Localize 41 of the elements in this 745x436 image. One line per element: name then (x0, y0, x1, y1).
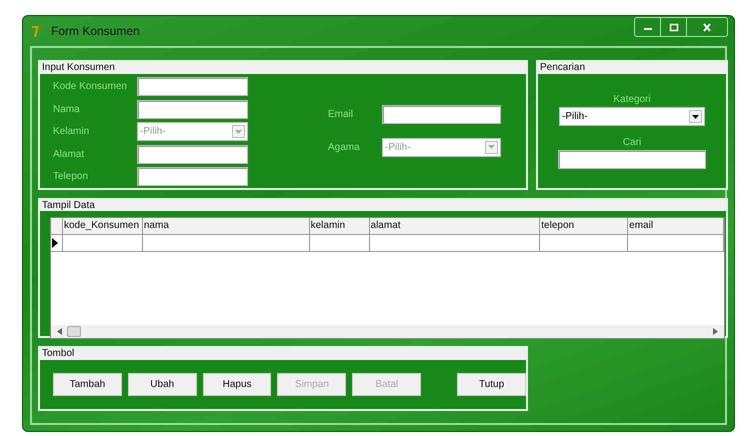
column-header[interactable]: kode_Konsumen (62, 218, 143, 235)
scroll-left-icon[interactable] (57, 328, 62, 335)
column-header[interactable]: telepon (540, 218, 628, 235)
field-label: Alamat (53, 148, 86, 162)
input-field[interactable] (382, 104, 501, 124)
maximize-icon[interactable] (668, 22, 680, 32)
field-label: Agama (328, 140, 361, 154)
horizontal-scrollbar[interactable] (51, 325, 724, 338)
field-label: Telepon (53, 170, 90, 184)
scrollbar-thumb[interactable] (67, 326, 81, 337)
scroll-right-icon[interactable] (713, 328, 718, 335)
column-header[interactable]: nama (142, 218, 310, 235)
input-field[interactable] (137, 144, 248, 164)
dropdown: -Pilih- (382, 138, 501, 156)
close-icon[interactable] (701, 22, 713, 32)
dropdown: -Pilih- (137, 122, 248, 142)
search-field[interactable] (558, 150, 706, 169)
action-button[interactable]: Tutup (457, 373, 526, 396)
dropdown[interactable]: -Pilih- (559, 107, 705, 126)
field-label: Kode Konsumen (53, 80, 128, 94)
table-cell (310, 235, 370, 252)
group-title: Tombol (42, 348, 74, 359)
group-title: Input Konsumen (42, 62, 115, 73)
action-button[interactable]: Ubah (128, 373, 197, 396)
field-label: Kelamin (53, 125, 90, 140)
input-field[interactable] (137, 167, 248, 186)
group-title: Tampil Data (42, 200, 95, 211)
input-field[interactable] (137, 77, 248, 96)
group-title: Pencarian (540, 62, 586, 73)
column-header[interactable]: kelamin (310, 218, 370, 235)
action-button[interactable]: Tambah (53, 373, 122, 396)
app-icon (31, 24, 45, 38)
column-header[interactable]: email (628, 218, 724, 235)
action-button[interactable]: Hapus (202, 373, 272, 396)
field-label: Cari (622, 136, 642, 150)
column-header[interactable]: alamat (370, 218, 540, 235)
input-field[interactable] (137, 100, 248, 119)
field-label: Kategori (613, 93, 651, 107)
window-title: Form Konsumen (51, 23, 140, 40)
field-label: Nama (53, 102, 81, 117)
field-label: Email (328, 108, 354, 122)
